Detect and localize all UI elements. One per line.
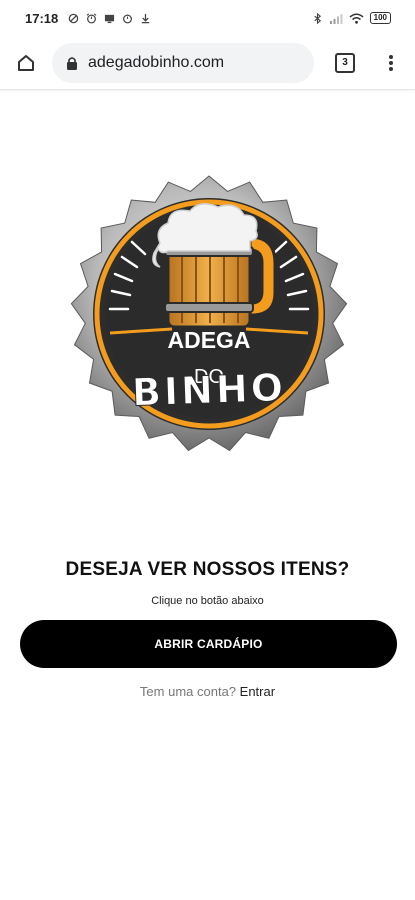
no-disturb-icon — [68, 13, 79, 23]
alarm-icon — [86, 12, 97, 23]
tab-switcher-button[interactable]: 3 — [318, 36, 372, 90]
logo-text-binho: BINHO — [131, 365, 286, 414]
status-left: 17:18 — [25, 11, 151, 26]
more-vert-icon — [389, 54, 393, 71]
page-headline: DESEJA VER NOSSOS ITENS? — [65, 559, 350, 580]
status-right: 100 — [312, 12, 391, 24]
menu-button[interactable] — [372, 36, 410, 90]
address-bar[interactable]: adegadobinho.com — [52, 42, 314, 83]
download-icon — [142, 13, 150, 23]
alarm-icon — [123, 14, 133, 23]
home-icon — [18, 54, 34, 71]
tab-count: 3 — [335, 52, 355, 73]
logo-text-adega: ADEGA — [167, 327, 250, 353]
battery-icon: 100 — [369, 12, 391, 24]
browser-toolbar: adegadobinho.com 3 — [0, 36, 415, 90]
home-button[interactable] — [0, 36, 52, 90]
account-prompt-text: Tem uma conta? — [139, 684, 237, 699]
lock-icon — [67, 56, 77, 70]
status-bar: 17:18 100 — [0, 0, 415, 36]
login-link[interactable]: Entrar — [240, 684, 275, 699]
bluetooth-icon — [314, 12, 321, 24]
url-text: adegadobinho.com — [88, 53, 225, 71]
status-time: 17:18 — [25, 10, 59, 26]
subtitle: Clique no botão abaixo — [151, 595, 264, 607]
adega-do-binho-logo: ADEGA DO BINHO — [70, 175, 348, 452]
signal-icon — [329, 13, 343, 24]
login-prompt: Tem uma conta? Entrar — [0, 684, 415, 699]
open-menu-button[interactable]: ABRIR CARDÁPIO — [20, 620, 397, 668]
wifi-icon — [349, 13, 364, 24]
screen-icon — [105, 14, 115, 23]
